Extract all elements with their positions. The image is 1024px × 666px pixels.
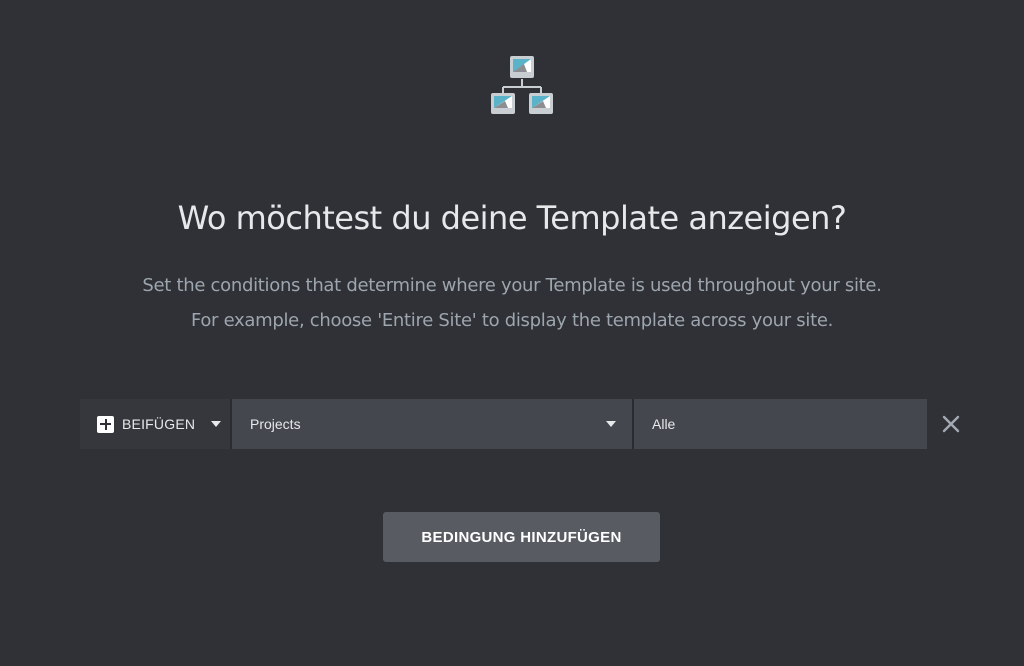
plus-icon <box>97 415 114 433</box>
condition-sub-value: Alle <box>652 416 676 432</box>
sitemap-icon <box>491 56 553 114</box>
description-line-1: Set the conditions that determine where … <box>142 275 882 296</box>
condition-sub-select[interactable]: Alle <box>634 399 927 449</box>
condition-main-value: Projects <box>250 416 301 432</box>
add-condition-button[interactable]: BEDINGUNG HINZUFÜGEN <box>383 512 660 562</box>
description-line-2: For example, choose 'Entire Site' to dis… <box>190 310 834 331</box>
include-type-select[interactable]: BEIFÜGEN <box>80 399 230 449</box>
condition-main-select[interactable]: Projects <box>232 399 632 449</box>
close-icon[interactable] <box>939 412 963 436</box>
chevron-down-icon <box>211 421 222 427</box>
include-type-label: BEIFÜGEN <box>122 416 196 432</box>
page-description: Set the conditions that determine where … <box>0 268 1024 338</box>
chevron-down-icon <box>606 421 616 427</box>
page-title: Wo möchtest du deine Template anzeigen? <box>177 199 847 237</box>
condition-row: BEIFÜGEN Projects Alle <box>80 399 927 449</box>
